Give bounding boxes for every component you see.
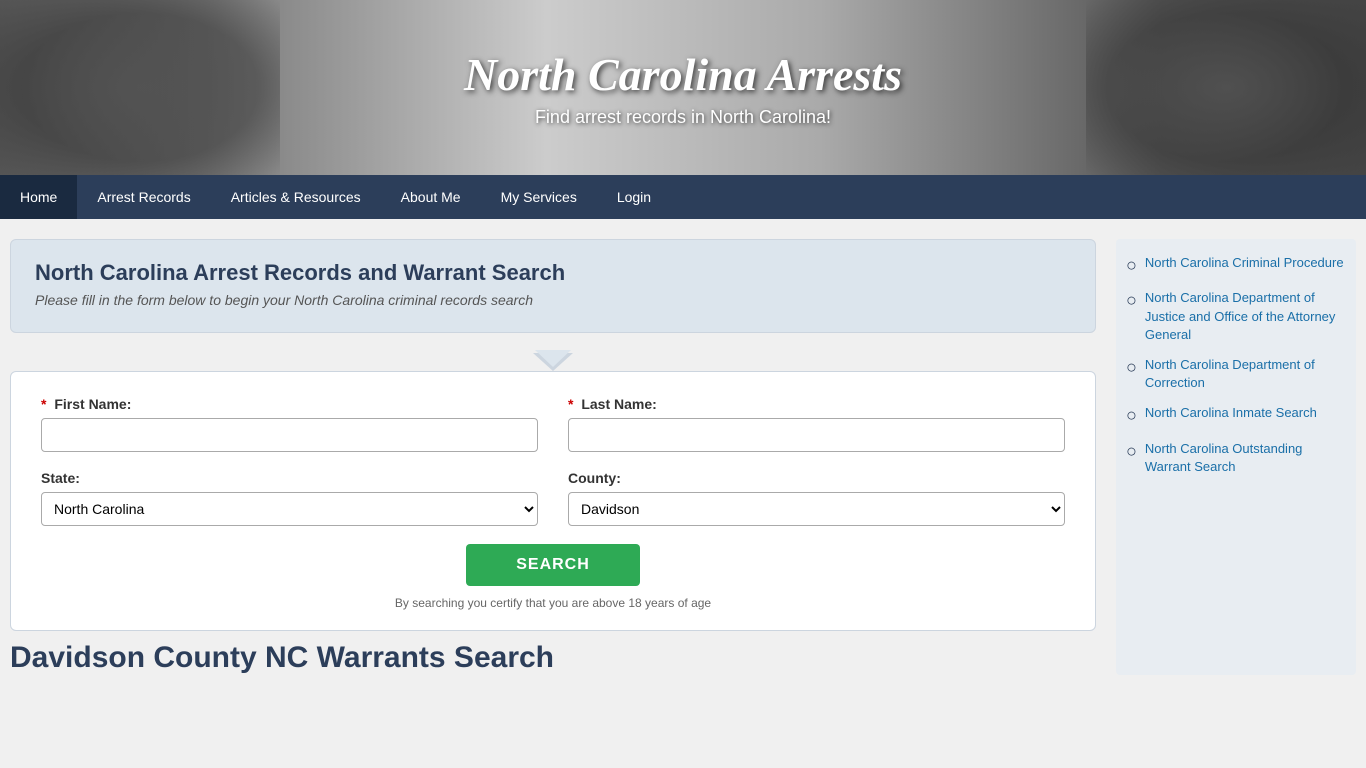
site-subtitle: Find arrest records in North Carolina!	[464, 107, 902, 128]
form-group-last-name: * Last Name:	[568, 396, 1065, 452]
triangle-pointer	[533, 353, 573, 371]
sidebar-link-item-4: ○ North Carolina Outstanding Warrant Sea…	[1126, 440, 1346, 476]
sidebar-bullet-2: ○	[1126, 356, 1137, 379]
nav-inner: Home Arrest Records Articles & Resources…	[0, 175, 1366, 219]
state-label: State:	[41, 470, 538, 486]
last-name-required: *	[568, 396, 573, 412]
header-text-group: North Carolina Arrests Find arrest recor…	[464, 48, 902, 128]
main-column: North Carolina Arrest Records and Warran…	[10, 239, 1096, 675]
county-label: County:	[568, 470, 1065, 486]
sidebar-bullet-1: ○	[1126, 289, 1137, 312]
first-name-label: * First Name:	[41, 396, 538, 412]
search-box-title: North Carolina Arrest Records and Warran…	[35, 260, 1071, 286]
first-name-input[interactable]	[41, 418, 538, 452]
search-box-header: North Carolina Arrest Records and Warran…	[10, 239, 1096, 333]
sidebar-link-item-3: ○ North Carolina Inmate Search	[1126, 404, 1346, 427]
sidebar-link-1[interactable]: North Carolina Department of Justice and…	[1145, 289, 1346, 344]
search-box-subtitle: Please fill in the form below to begin y…	[35, 292, 1071, 308]
sidebar-bullet-3: ○	[1126, 404, 1137, 427]
sidebar-link-2[interactable]: North Carolina Department of Correction	[1145, 356, 1346, 392]
page-content: North Carolina Arrest Records and Warran…	[0, 219, 1366, 695]
search-button[interactable]: SEARCH	[466, 544, 640, 586]
search-disclaimer: By searching you certify that you are ab…	[41, 596, 1065, 610]
form-row-name: * First Name: * Last Name:	[41, 396, 1065, 452]
sidebar-link-4[interactable]: North Carolina Outstanding Warrant Searc…	[1145, 440, 1346, 476]
sidebar-link-item-0: ○ North Carolina Criminal Procedure	[1126, 254, 1346, 277]
last-name-label: * Last Name:	[568, 396, 1065, 412]
sidebar-bullet-4: ○	[1126, 440, 1137, 463]
main-nav: Home Arrest Records Articles & Resources…	[0, 175, 1366, 219]
page-heading: Davidson County NC Warrants Search	[10, 641, 1096, 675]
site-title: North Carolina Arrests	[464, 48, 902, 101]
last-name-input[interactable]	[568, 418, 1065, 452]
site-header: North Carolina Arrests Find arrest recor…	[0, 0, 1366, 175]
sidebar-link-item-1: ○ North Carolina Department of Justice a…	[1126, 289, 1346, 344]
form-group-county: County: Davidson Wake Mecklenburg Guilfo…	[568, 470, 1065, 526]
search-button-row: SEARCH	[41, 544, 1065, 586]
form-group-first-name: * First Name:	[41, 396, 538, 452]
sidebar-link-item-2: ○ North Carolina Department of Correctio…	[1126, 356, 1346, 392]
state-select[interactable]: North Carolina	[41, 492, 538, 526]
county-select[interactable]: Davidson Wake Mecklenburg Guilford Forsy…	[568, 492, 1065, 526]
sidebar: ○ North Carolina Criminal Procedure ○ No…	[1116, 239, 1356, 675]
form-row-location: State: North Carolina County: Davidson W…	[41, 470, 1065, 526]
form-group-state: State: North Carolina	[41, 470, 538, 526]
nav-item-arrest-records[interactable]: Arrest Records	[77, 175, 210, 219]
nav-item-articles[interactable]: Articles & Resources	[211, 175, 381, 219]
sidebar-link-3[interactable]: North Carolina Inmate Search	[1145, 404, 1317, 422]
nav-item-login[interactable]: Login	[597, 175, 671, 219]
header-left-decoration	[0, 0, 280, 175]
header-right-decoration	[1086, 0, 1366, 175]
first-name-required: *	[41, 396, 46, 412]
nav-item-services[interactable]: My Services	[481, 175, 597, 219]
nav-item-home[interactable]: Home	[0, 175, 77, 219]
sidebar-bullet-0: ○	[1126, 254, 1137, 277]
search-form: * First Name: * Last Name: State:	[10, 371, 1096, 631]
nav-item-about[interactable]: About Me	[381, 175, 481, 219]
sidebar-link-0[interactable]: North Carolina Criminal Procedure	[1145, 254, 1344, 272]
